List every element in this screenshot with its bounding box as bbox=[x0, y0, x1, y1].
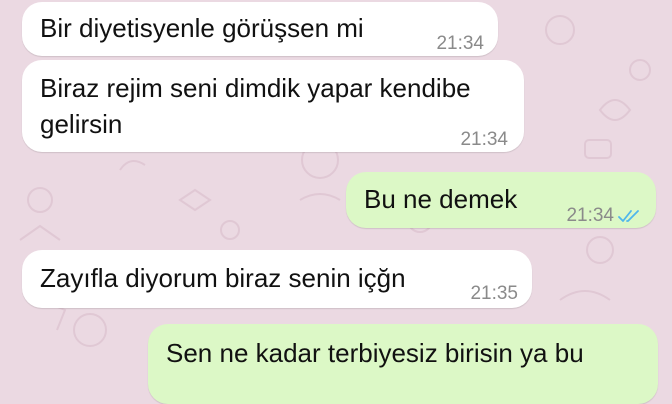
message-meta: 21:34 bbox=[566, 198, 642, 234]
outgoing-message[interactable]: Sen ne kadar terbiyesiz birisin ya bu bbox=[148, 324, 658, 404]
incoming-message[interactable]: Biraz rejim seni dimdik yapar kendibe ge… bbox=[22, 60, 524, 152]
message-text: gelirsin bbox=[40, 109, 123, 139]
message-time: 21:35 bbox=[470, 283, 518, 304]
message-text: Bu ne demek bbox=[364, 184, 518, 214]
message-text: Bir diyetisyenle görüşsen mi bbox=[40, 13, 364, 43]
message-text: Zayıfla diyorum biraz senin içğn bbox=[40, 263, 406, 293]
incoming-message[interactable]: Bir diyetisyenle görüşsen mi 21:34 bbox=[22, 2, 498, 56]
message-text: Sen ne kadar terbiyesiz birisin ya bu bbox=[166, 338, 584, 368]
message-text: Biraz rejim seni dimdik yapar kendibe bbox=[40, 73, 471, 103]
outgoing-message[interactable]: Bu ne demek 21:34 bbox=[346, 172, 656, 228]
double-check-icon bbox=[618, 210, 639, 222]
message-time: 21:34 bbox=[436, 33, 484, 54]
message-time: 21:34 bbox=[460, 129, 508, 150]
incoming-message[interactable]: Zayıfla diyorum biraz senin içğn 21:35 bbox=[22, 250, 532, 308]
message-time: 21:34 bbox=[566, 205, 614, 226]
